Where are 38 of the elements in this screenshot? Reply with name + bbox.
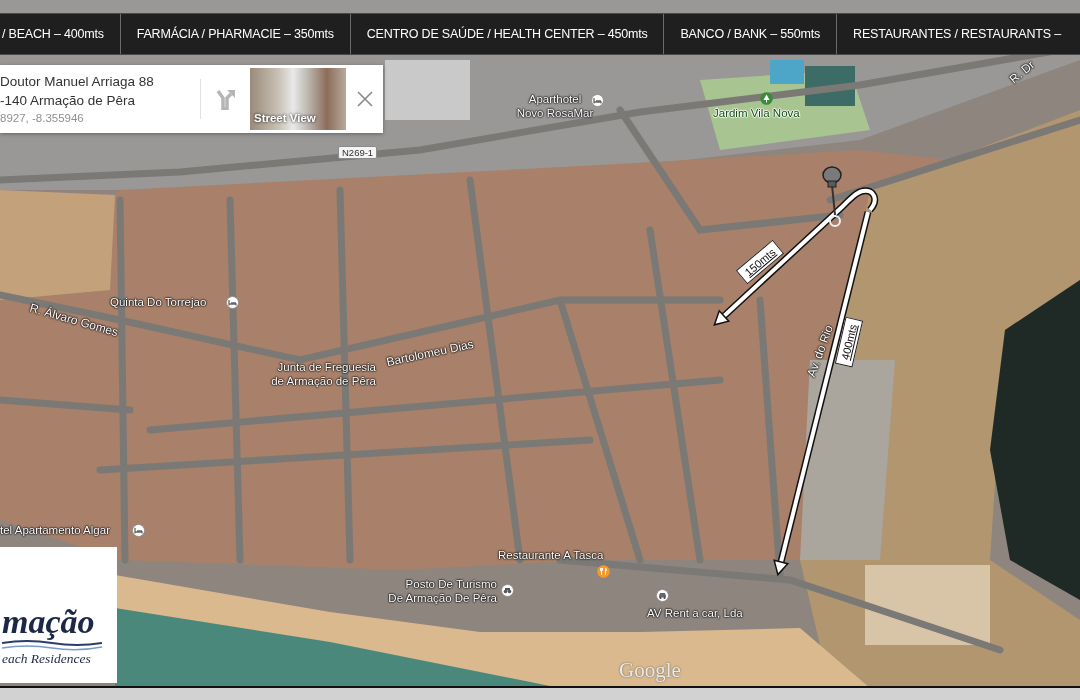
street-label: Bartolomeu Dias [384, 335, 476, 372]
logo-wordmark: mação [2, 605, 95, 639]
close-button[interactable] [357, 91, 373, 107]
place-label: Restaurante A Tasca [498, 549, 604, 563]
logo-tagline: each Residences [2, 651, 91, 667]
close-icon [357, 91, 373, 107]
place-label: Novo RosaMar [516, 107, 594, 121]
wave-icon [2, 639, 102, 651]
fork-knife-icon [597, 565, 610, 578]
nav-link[interactable]: BANCO / BANK – 550mts [664, 14, 838, 54]
binoculars-icon [501, 584, 514, 597]
place-label: De Armação De Pêra [388, 592, 497, 606]
place-label: Aparthotel [528, 93, 582, 107]
bed-icon [132, 524, 145, 537]
place-label: Jardim Vila Nova [713, 107, 800, 121]
street-label: R. Dr [1005, 56, 1039, 88]
map-attribution: Google [619, 657, 681, 684]
road-number-label: N269-1 [338, 146, 378, 159]
street-label: Av. do Rio [803, 322, 837, 380]
directions-icon [214, 88, 236, 110]
nav-link[interactable]: / BEACH – 400mts [0, 14, 121, 54]
place-label: Quinta Do Torrejao [110, 296, 207, 310]
nav-link[interactable]: CENTRO DE SAÚDE / HEALTH CENTER – 450mts [350, 14, 665, 54]
bed-icon [591, 94, 604, 107]
place-label: Posto De Turismo [405, 578, 497, 592]
address-text: Doutor Manuel Arriaga 88 [0, 73, 155, 91]
address-text: -140 Armação de Pêra [0, 92, 137, 110]
place-label: Junta de Freguesia [277, 361, 376, 375]
tree-icon [760, 92, 773, 105]
nav-link[interactable]: RESTAURANTES / RESTAURANTS – [837, 14, 1063, 54]
place-label: tel Apartamento Algar [0, 524, 110, 538]
place-label: de Armação de Pêra [271, 375, 376, 389]
bed-icon [226, 296, 239, 309]
place-label: AV Rent a car, Lda [647, 607, 743, 621]
nav-link[interactable]: FARMÁCIA / PHARMACIE – 350mts [120, 14, 351, 54]
coordinates-text: 8927, -8.355946 [0, 111, 85, 126]
directions-button[interactable] [214, 88, 236, 110]
car-icon [656, 589, 669, 602]
